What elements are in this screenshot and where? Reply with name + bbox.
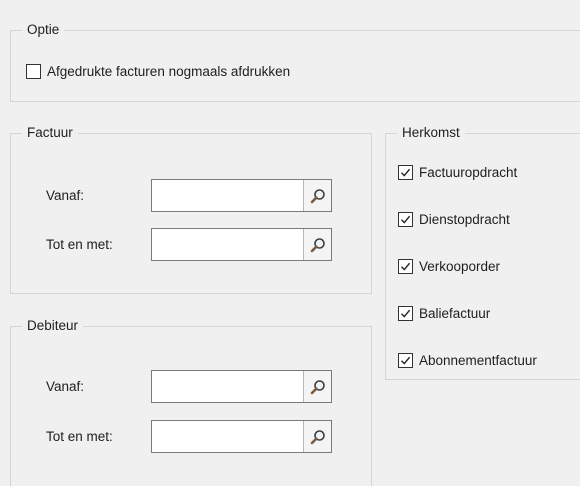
debiteur-to-label: Tot en met: <box>46 429 113 444</box>
herkomst-group: Herkomst Factuuropdracht Dienstopdracht … <box>385 124 580 380</box>
magnifier-icon <box>310 379 325 394</box>
herkomst-checkbox[interactable] <box>398 353 413 368</box>
reprint-checkbox-row[interactable]: Afgedrukte facturen nogmaals afdrukken <box>26 64 290 79</box>
debiteur-to-input[interactable] <box>152 421 303 452</box>
factuur-from-search-button[interactable] <box>303 180 331 211</box>
herkomst-checkbox[interactable] <box>398 165 413 180</box>
debiteur-group: Debiteur Vanaf: Tot en met: <box>10 317 372 486</box>
herkomst-label: Verkooporder <box>419 259 501 274</box>
factuur-from-input[interactable] <box>152 180 303 211</box>
debiteur-to-lookup <box>151 420 332 453</box>
factuur-from-lookup <box>151 179 332 212</box>
factuur-title: Factuur <box>22 124 78 142</box>
debiteur-from-lookup <box>151 370 332 403</box>
herkomst-checkbox[interactable] <box>398 212 413 227</box>
debiteur-from-input[interactable] <box>152 371 303 402</box>
magnifier-icon <box>310 188 325 203</box>
factuur-from-label: Vanaf: <box>46 188 85 203</box>
herkomst-title: Herkomst <box>397 124 465 142</box>
herkomst-item[interactable]: Abonnementfactuur <box>398 353 537 368</box>
herkomst-checkbox[interactable] <box>398 306 413 321</box>
debiteur-from-label: Vanaf: <box>46 379 85 394</box>
herkomst-item[interactable]: Baliefactuur <box>398 306 490 321</box>
optie-group: Optie Afgedrukte facturen nogmaals afdru… <box>10 21 580 102</box>
reprint-checkbox[interactable] <box>26 64 41 79</box>
factuur-group: Factuur Vanaf: Tot en met: <box>10 124 372 294</box>
magnifier-icon <box>310 237 325 252</box>
checkmark-icon <box>401 215 411 224</box>
factuur-to-lookup <box>151 228 332 261</box>
debiteur-to-search-button[interactable] <box>303 421 331 452</box>
magnifier-icon <box>310 429 325 444</box>
herkomst-checkbox[interactable] <box>398 259 413 274</box>
herkomst-item[interactable]: Dienstopdracht <box>398 212 510 227</box>
herkomst-item[interactable]: Factuuropdracht <box>398 165 517 180</box>
checkmark-icon <box>401 309 411 318</box>
herkomst-label: Dienstopdracht <box>419 212 510 227</box>
reprint-label: Afgedrukte facturen nogmaals afdrukken <box>47 64 291 79</box>
debiteur-from-search-button[interactable] <box>303 371 331 402</box>
herkomst-item[interactable]: Verkooporder <box>398 259 500 274</box>
checkmark-icon <box>401 356 411 365</box>
checkmark-icon <box>401 262 411 271</box>
factuur-to-input[interactable] <box>152 229 303 260</box>
checkmark-icon <box>401 168 411 177</box>
herkomst-label: Baliefactuur <box>419 306 491 321</box>
herkomst-label: Abonnementfactuur <box>419 353 537 368</box>
factuur-to-search-button[interactable] <box>303 229 331 260</box>
debiteur-title: Debiteur <box>22 317 84 335</box>
herkomst-label: Factuuropdracht <box>419 165 518 180</box>
factuur-to-label: Tot en met: <box>46 237 113 252</box>
optie-title: Optie <box>22 21 65 39</box>
